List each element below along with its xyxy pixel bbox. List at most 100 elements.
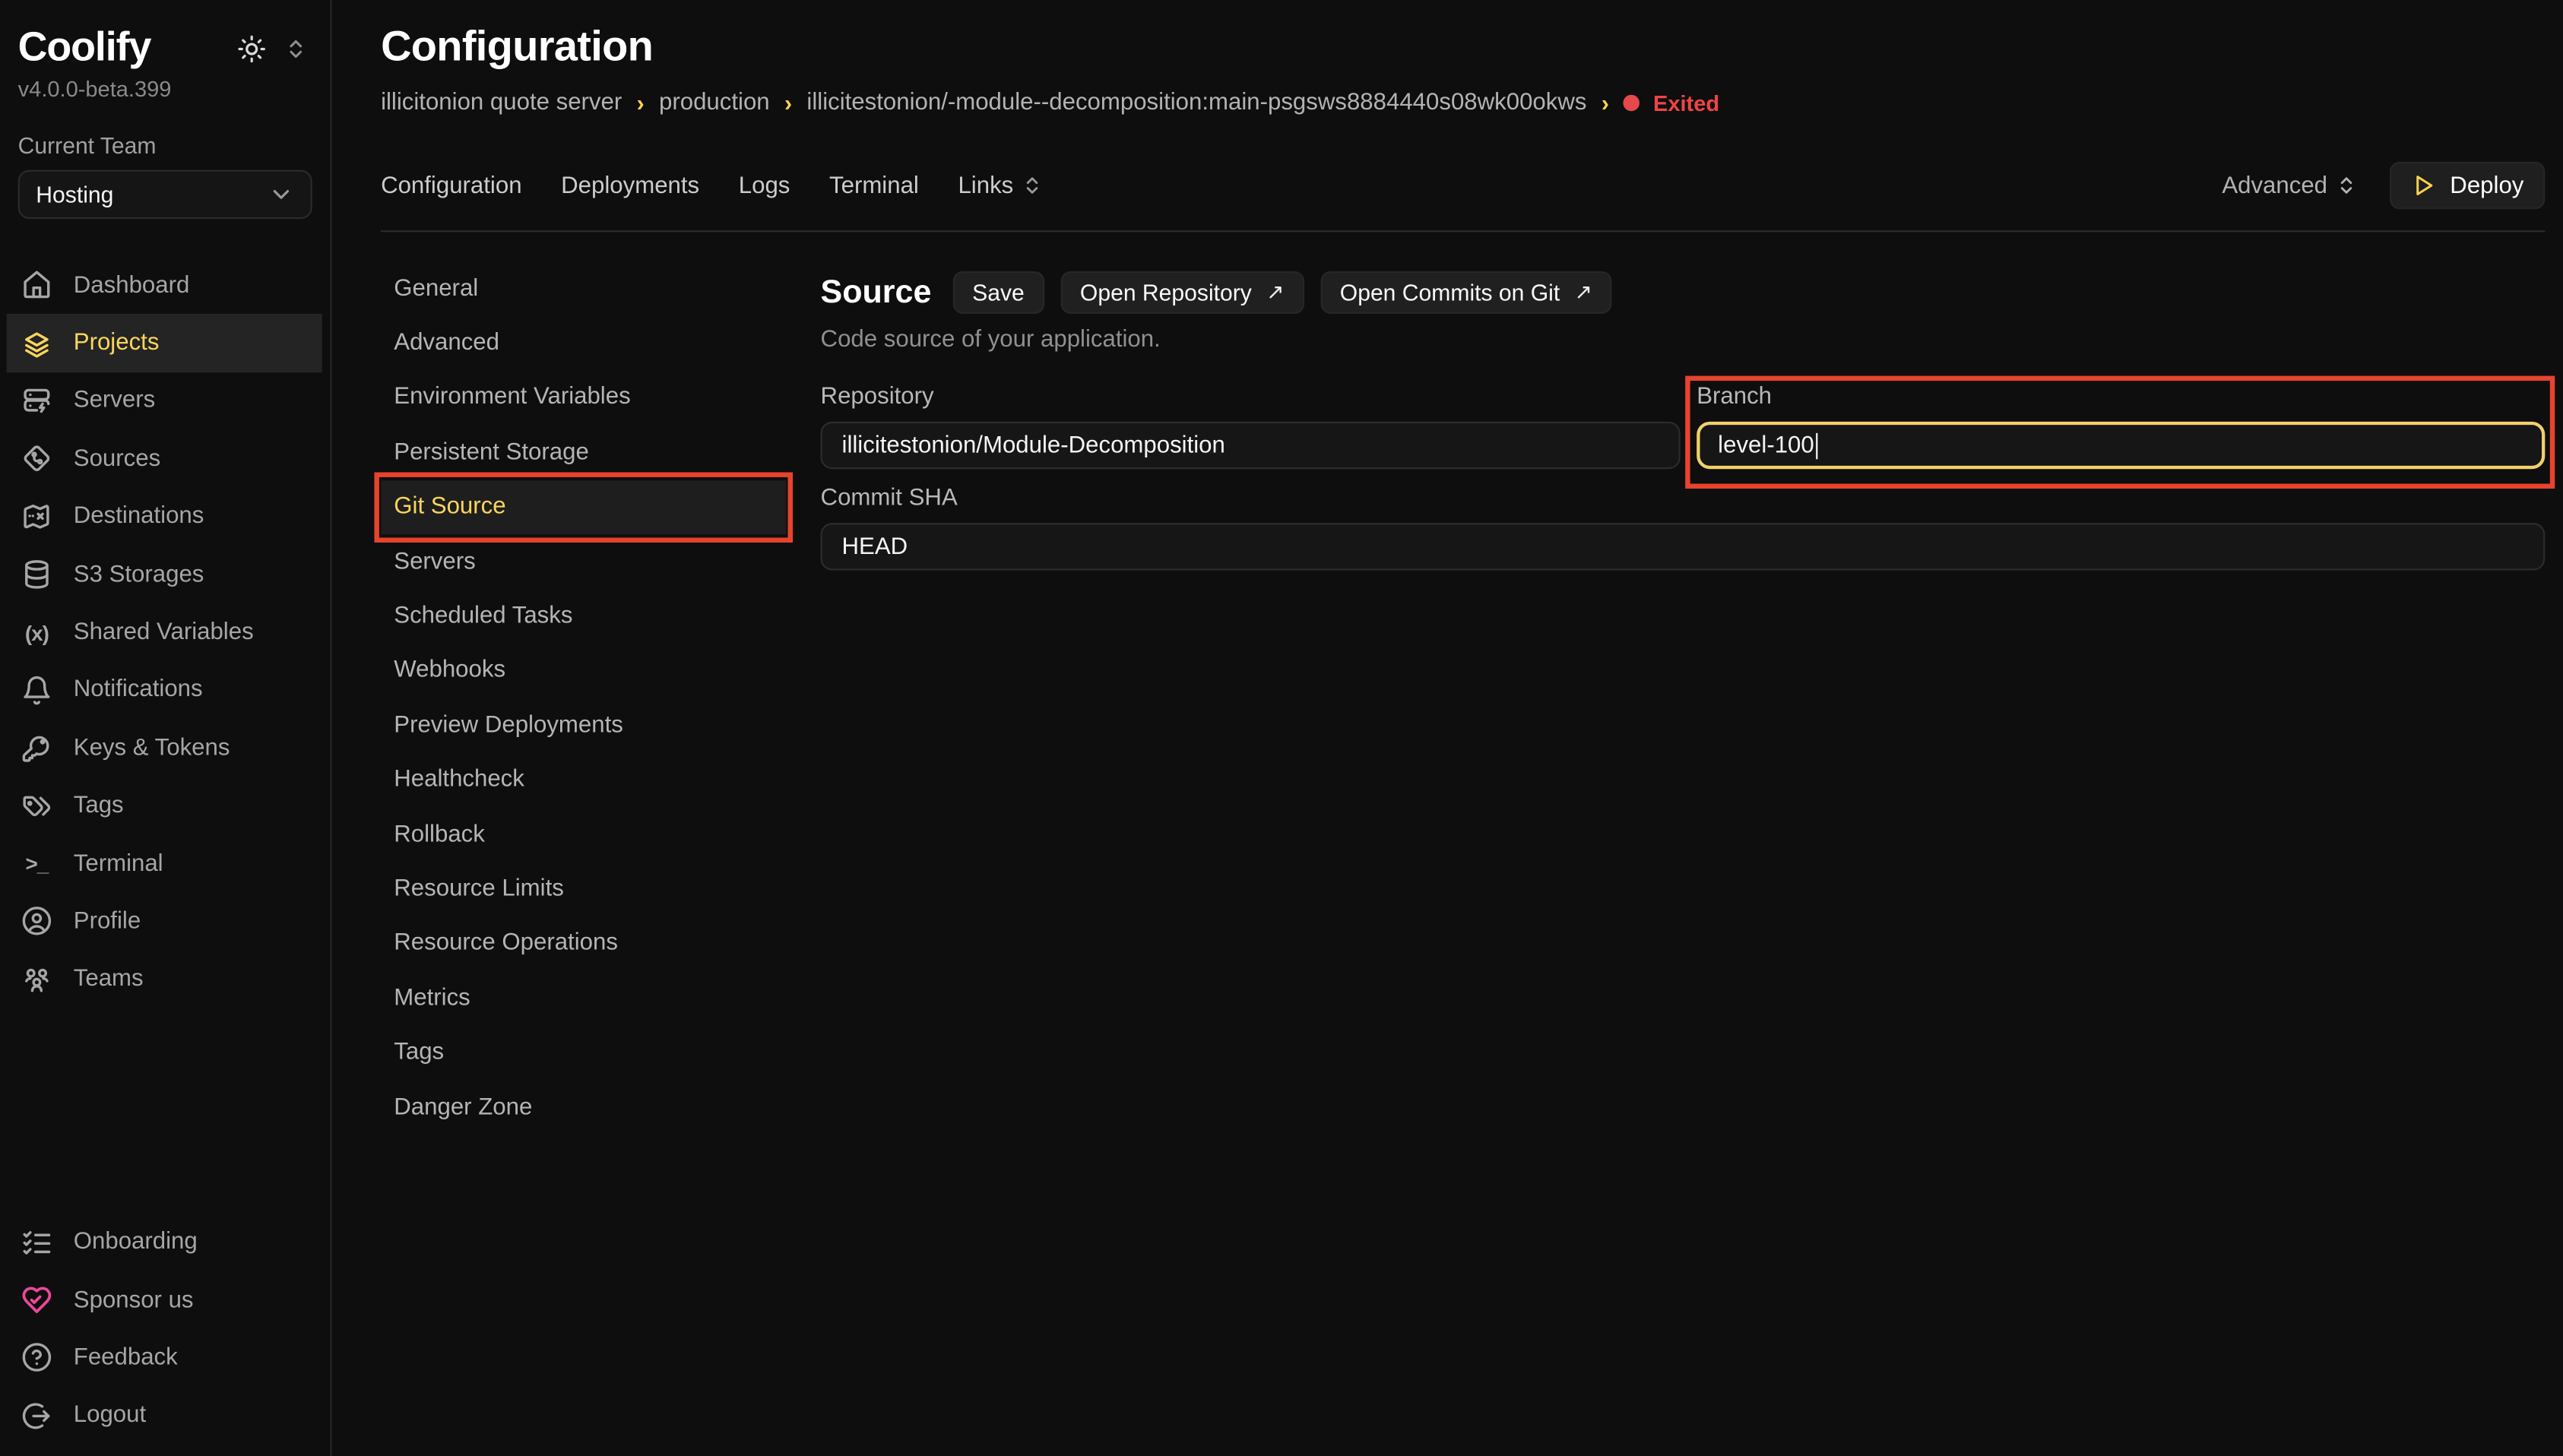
- tab-terminal[interactable]: Terminal: [829, 173, 919, 198]
- external-link-icon: ↗: [1575, 280, 1592, 305]
- breadcrumb-project[interactable]: illicitonion quote server: [381, 90, 622, 116]
- sidebar-item-logout[interactable]: Logout: [0, 1387, 330, 1445]
- subnav-item-scheduled-tasks[interactable]: Scheduled Tasks: [381, 589, 786, 644]
- subnav-item-git-source[interactable]: Git Source: [381, 480, 786, 534]
- team-select-value: Hosting: [36, 182, 113, 207]
- git-source-icon: [21, 444, 52, 475]
- chevron-right-icon: ›: [1601, 90, 1609, 116]
- team-select[interactable]: Hosting: [18, 170, 312, 220]
- subnav-item-advanced[interactable]: Advanced: [381, 316, 786, 371]
- advanced-menu[interactable]: Advanced: [2222, 173, 2356, 198]
- theme-chevrons-up-down-icon[interactable]: [284, 36, 307, 59]
- subnav-item-healthcheck[interactable]: Healthcheck: [381, 752, 786, 807]
- terminal-icon: >_: [21, 848, 52, 879]
- subnav-item-resource-operations[interactable]: Resource Operations: [381, 916, 786, 971]
- tags-icon: [21, 790, 52, 821]
- subnav-item-resource-limits[interactable]: Resource Limits: [381, 862, 786, 916]
- subnav-item-rollback[interactable]: Rollback: [381, 807, 786, 862]
- sidebar-item-profile[interactable]: Profile: [0, 893, 330, 951]
- git-source-panel: Source Save Open Repository ↗ Open Commi…: [821, 261, 2546, 1456]
- sidebar-item-teams[interactable]: Teams: [0, 951, 330, 1008]
- status-label: Exited: [1653, 90, 1719, 115]
- sidebar-item-shared-variables[interactable]: (x) Shared Variables: [0, 603, 330, 661]
- breadcrumb-environment[interactable]: production: [659, 90, 770, 116]
- chevrons-up-down-icon: [1022, 175, 1043, 196]
- commit-sha-input[interactable]: HEAD: [821, 523, 2546, 570]
- play-icon: [2411, 173, 2435, 198]
- breadcrumb-resource[interactable]: illicitestonion/-module--decomposition:m…: [806, 90, 1586, 116]
- sidebar-item-notifications[interactable]: Notifications: [0, 661, 330, 719]
- sidebar-item-onboarding[interactable]: Onboarding: [0, 1214, 330, 1271]
- users-icon: [21, 964, 52, 995]
- repository-label: Repository: [821, 384, 1681, 410]
- open-commits-button[interactable]: Open Commits on Git ↗: [1320, 271, 1612, 314]
- sidebar-item-destinations[interactable]: Destinations: [0, 488, 330, 546]
- open-repository-button[interactable]: Open Repository ↗: [1060, 271, 1304, 314]
- subnav-item-general[interactable]: General: [381, 261, 786, 316]
- key-icon: [21, 733, 52, 764]
- branch-input[interactable]: level-100: [1697, 422, 2545, 469]
- sidebar-item-tags[interactable]: Tags: [0, 777, 330, 835]
- tab-links[interactable]: Links: [958, 173, 1043, 198]
- save-button[interactable]: Save: [952, 271, 1044, 314]
- commit-sha-field: Commit SHA HEAD: [821, 486, 2546, 571]
- subnav-item-danger-zone[interactable]: Danger Zone: [381, 1080, 786, 1135]
- repository-input[interactable]: illicitestonion/Module-Decomposition: [821, 422, 1681, 469]
- deploy-button[interactable]: Deploy: [2390, 162, 2546, 209]
- subnav-item-environment-variables[interactable]: Environment Variables: [381, 371, 786, 426]
- coolify-logo: Coolify: [18, 24, 151, 71]
- status-dot-icon: [1624, 95, 1640, 112]
- home-icon: [21, 270, 52, 301]
- tab-logs[interactable]: Logs: [739, 173, 790, 198]
- sidebar-nav: Dashboard Projects Servers Sources Desti…: [0, 257, 330, 1008]
- logout-icon: [21, 1401, 52, 1432]
- chevron-right-icon: ›: [637, 90, 645, 116]
- bell-icon: [21, 675, 52, 706]
- help-circle-icon: [21, 1342, 52, 1373]
- subnav-item-tags[interactable]: Tags: [381, 1025, 786, 1080]
- database-icon: [21, 559, 52, 590]
- branch-label: Branch: [1697, 384, 2545, 410]
- sidebar-item-projects[interactable]: Projects: [7, 315, 322, 372]
- sidebar-item-s3-storages[interactable]: S3 Storages: [0, 546, 330, 603]
- layers-icon: [21, 328, 52, 359]
- subnav-item-metrics[interactable]: Metrics: [381, 971, 786, 1026]
- subnav-item-preview-deployments[interactable]: Preview Deployments: [381, 698, 786, 753]
- sidebar-item-keys-tokens[interactable]: Keys & Tokens: [0, 719, 330, 777]
- sidebar-header: Coolify: [0, 0, 330, 72]
- map-icon: [21, 502, 52, 533]
- coolify-app: Coolify v4.0.0-beta.399 Current Team Hos…: [0, 0, 2563, 1456]
- heart-icon: [21, 1284, 52, 1315]
- sidebar-item-dashboard[interactable]: Dashboard: [0, 257, 330, 315]
- source-description: Code source of your application.: [821, 327, 2546, 353]
- external-link-icon: ↗: [1266, 280, 1284, 305]
- tab-configuration[interactable]: Configuration: [381, 173, 521, 198]
- sidebar-item-terminal[interactable]: >_ Terminal: [0, 835, 330, 893]
- app-version: v4.0.0-beta.399: [0, 72, 330, 102]
- sidebar-footer: Onboarding Sponsor us Feedback Logout: [0, 1214, 330, 1456]
- theme-sun-icon[interactable]: [237, 33, 267, 63]
- sidebar-item-sources[interactable]: Sources: [0, 430, 330, 488]
- subnav-item-webhooks[interactable]: Webhooks: [381, 644, 786, 698]
- sidebar: Coolify v4.0.0-beta.399 Current Team Hos…: [0, 0, 332, 1456]
- tabs-divider: [381, 230, 2545, 232]
- source-header: Source Save Open Repository ↗ Open Commi…: [821, 271, 2546, 314]
- configuration-content: General Advanced Environment Variables P…: [381, 261, 2545, 1456]
- sidebar-item-servers[interactable]: Servers: [0, 372, 330, 430]
- tabs-row: Configuration Deployments Logs Terminal …: [381, 162, 2545, 209]
- config-subnav: General Advanced Environment Variables P…: [381, 261, 786, 1456]
- chevron-right-icon: ›: [784, 90, 792, 116]
- branch-field: Branch level-100: [1697, 384, 2545, 469]
- variables-icon: (x): [21, 617, 52, 648]
- subnav-item-servers[interactable]: Servers: [381, 534, 786, 589]
- text-cursor: [1816, 432, 1818, 458]
- subnav-item-persistent-storage[interactable]: Persistent Storage: [381, 426, 786, 480]
- sidebar-item-feedback[interactable]: Feedback: [0, 1329, 330, 1387]
- sidebar-item-sponsor-us[interactable]: Sponsor us: [0, 1271, 330, 1329]
- current-team-label: Current Team: [18, 132, 312, 158]
- user-circle-icon: [21, 906, 52, 937]
- status-badge: Exited: [1624, 90, 1719, 115]
- page-title: Configuration: [381, 21, 2545, 72]
- tab-deployments[interactable]: Deployments: [561, 173, 699, 198]
- checklist-icon: [21, 1227, 52, 1258]
